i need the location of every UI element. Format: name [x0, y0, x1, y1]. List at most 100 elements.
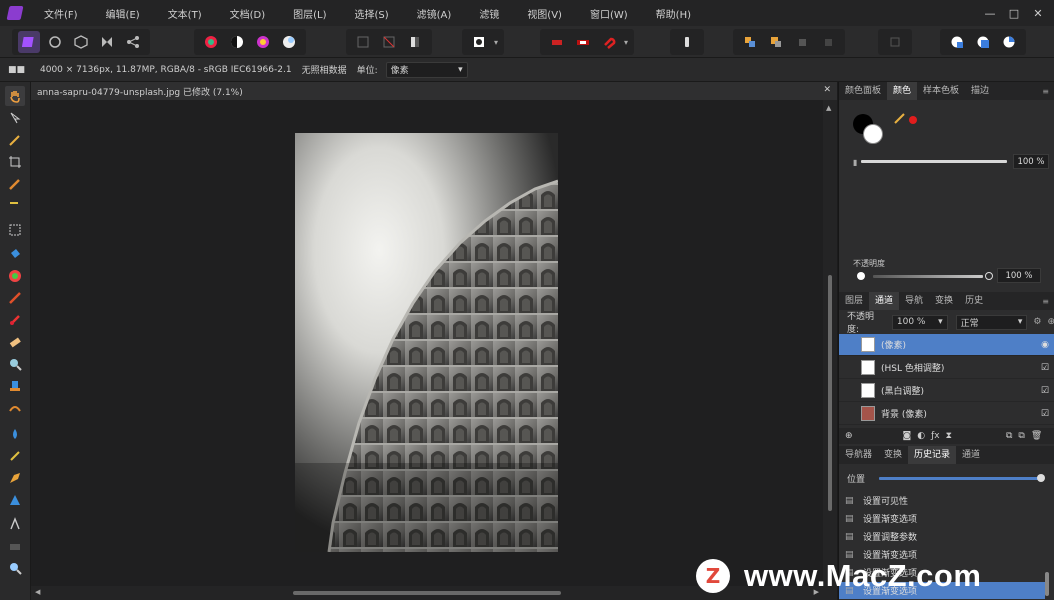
- arrange-2-icon[interactable]: [765, 31, 787, 53]
- menu-select[interactable]: 选择(S): [355, 6, 389, 21]
- live-filter-icon[interactable]: ⧗: [946, 431, 952, 441]
- current-color-dot[interactable]: [909, 116, 917, 124]
- view-mode-1-icon[interactable]: [946, 31, 968, 53]
- arrange-4-icon[interactable]: [817, 31, 839, 53]
- menu-filters-2[interactable]: 滤镜: [479, 6, 499, 21]
- group-icon[interactable]: ⧉: [1006, 431, 1012, 441]
- layer-visibility-icon[interactable]: ☑: [1041, 409, 1049, 419]
- delete-layer-icon[interactable]: 🗑: [1031, 431, 1042, 441]
- layer-visibility-icon[interactable]: ☑: [1041, 363, 1049, 373]
- panel-menu-icon[interactable]: ≡: [1042, 297, 1049, 306]
- flood-fill-tool-icon[interactable]: [5, 244, 25, 264]
- menu-text[interactable]: 文本(T): [168, 6, 202, 21]
- tab-layers[interactable]: 图层: [839, 292, 869, 310]
- crop-tool-icon[interactable]: [5, 152, 25, 172]
- scroll-up-icon[interactable]: ▲: [826, 104, 831, 112]
- patch-tool-icon[interactable]: [5, 398, 25, 418]
- vertical-scrollbar[interactable]: ▲: [823, 100, 837, 586]
- opacity-slider[interactable]: [861, 160, 1007, 163]
- erase-brush-tool-icon[interactable]: [5, 332, 25, 352]
- flood-select-tool-icon[interactable]: [5, 196, 25, 216]
- history-slider-handle[interactable]: [1037, 474, 1045, 482]
- tab-channels[interactable]: 通道: [869, 292, 900, 310]
- layer-row[interactable]: 背景 (像素) ☑: [839, 403, 1054, 425]
- tab-stroke[interactable]: 描边: [965, 82, 995, 100]
- tab-navigator[interactable]: 导航: [899, 292, 929, 310]
- pen-tool-icon[interactable]: [5, 468, 25, 488]
- tab-transform[interactable]: 变换: [929, 292, 959, 310]
- vertical-scroll-thumb[interactable]: [828, 275, 832, 511]
- menu-file[interactable]: 文件(F): [44, 6, 78, 21]
- menu-filters[interactable]: 滤镜(A): [417, 6, 452, 21]
- invert-selection-icon[interactable]: [404, 31, 426, 53]
- export-persona-icon[interactable]: [122, 31, 144, 53]
- tab-swatches[interactable]: 样本色板: [917, 82, 965, 100]
- minimize-button[interactable]: —: [978, 0, 1002, 26]
- pixel-tool-icon[interactable]: [5, 310, 25, 330]
- marquee-tool-icon[interactable]: [5, 220, 25, 240]
- menu-document[interactable]: 文档(D): [230, 6, 266, 21]
- text-tool-icon[interactable]: [5, 536, 25, 556]
- tab-history[interactable]: 历史: [959, 292, 989, 310]
- zoom-tool-icon[interactable]: [5, 558, 25, 578]
- layer-row[interactable]: (HSL 色相调整) ☑: [839, 357, 1054, 379]
- menu-window[interactable]: 窗口(W): [590, 6, 628, 21]
- refine-dropdown-icon[interactable]: ▾: [622, 38, 630, 47]
- units-select[interactable]: 像素 ▾: [385, 61, 468, 78]
- tab-channels-2[interactable]: 通道: [956, 446, 986, 464]
- panel-menu-icon[interactable]: ≡: [1042, 87, 1049, 96]
- clone-tool-icon[interactable]: [5, 376, 25, 396]
- layer-row[interactable]: (黑白调整) ☑: [839, 380, 1054, 402]
- canvas-area[interactable]: [31, 100, 823, 586]
- tab-navigator-2[interactable]: 导航器: [839, 446, 878, 464]
- noise-slider[interactable]: [873, 275, 983, 278]
- layer-settings-icon[interactable]: ⚙: [1033, 317, 1041, 327]
- auto-contrast-icon[interactable]: [226, 31, 248, 53]
- arrange-3-icon[interactable]: [791, 31, 813, 53]
- menu-help[interactable]: 帮助(H): [656, 6, 691, 21]
- tone-mapping-persona-icon[interactable]: [96, 31, 118, 53]
- shape-tool-icon[interactable]: [5, 490, 25, 510]
- blend-mode-select[interactable]: 正常 ▾: [955, 314, 1028, 330]
- scroll-left-icon[interactable]: ◀: [35, 588, 40, 596]
- tab-color[interactable]: 颜色: [887, 82, 918, 100]
- smudge-tool-icon[interactable]: [5, 446, 25, 466]
- layer-visibility-icon[interactable]: ☑: [1041, 386, 1049, 396]
- add-layer-icon[interactable]: ⊕: [845, 431, 853, 441]
- vector-crop-tool-icon[interactable]: [5, 514, 25, 534]
- layer-row[interactable]: (像素) ◉: [839, 334, 1054, 356]
- assistant-icon[interactable]: [676, 31, 698, 53]
- red-bar-icon[interactable]: [572, 31, 594, 53]
- layer-visibility-icon[interactable]: ◉: [1041, 340, 1049, 350]
- view-mode-2-icon[interactable]: [972, 31, 994, 53]
- magnet-icon[interactable]: [598, 31, 620, 53]
- paint-brush-tool-icon[interactable]: [5, 288, 25, 308]
- color-picker-tool-icon[interactable]: [5, 130, 25, 150]
- close-button[interactable]: ✕: [1026, 0, 1050, 26]
- maximize-button[interactable]: □: [1002, 0, 1026, 26]
- dodge-tool-icon[interactable]: [5, 354, 25, 374]
- layer-lock-icon[interactable]: ⊕: [1047, 317, 1054, 327]
- marquee-icon[interactable]: [352, 31, 374, 53]
- duplicate-icon[interactable]: ⧉: [1018, 431, 1024, 441]
- red-grid-icon[interactable]: [546, 31, 568, 53]
- history-scrollbar[interactable]: [1045, 572, 1049, 596]
- adjustment-icon[interactable]: ◐: [917, 431, 925, 441]
- blur-tool-icon[interactable]: [5, 424, 25, 444]
- mask-icon[interactable]: ◙: [903, 431, 912, 441]
- hand-tool-icon[interactable]: [5, 86, 25, 106]
- arrange-1-icon[interactable]: [739, 31, 761, 53]
- opacity-value[interactable]: 100 %: [1013, 154, 1049, 169]
- tab-history-2[interactable]: 历史记录: [908, 446, 957, 464]
- menu-layer[interactable]: 图层(L): [293, 6, 326, 21]
- move-tool-icon[interactable]: [5, 108, 25, 128]
- history-entry[interactable]: ▤ 设置可见性: [839, 492, 1045, 509]
- snap-icon[interactable]: [884, 31, 906, 53]
- menu-edit[interactable]: 编辑(E): [106, 6, 140, 21]
- quick-mask-icon[interactable]: [468, 31, 490, 53]
- view-mode-3-icon[interactable]: [998, 31, 1020, 53]
- menu-view[interactable]: 视图(V): [527, 6, 562, 21]
- auto-white-balance-icon[interactable]: [278, 31, 300, 53]
- gradient-tool-icon[interactable]: [5, 266, 25, 286]
- horizontal-scroll-thumb[interactable]: [293, 591, 561, 595]
